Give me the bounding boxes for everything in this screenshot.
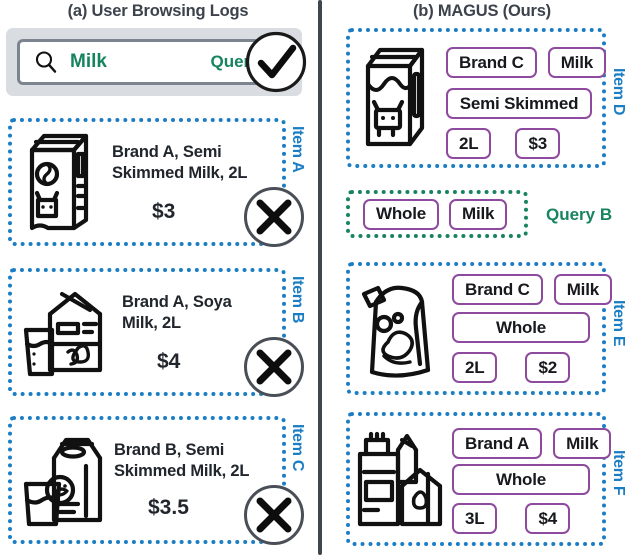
- check-circle-icon: [245, 31, 307, 93]
- search-icon: [35, 51, 57, 73]
- item-d-tag-row-1: Brand C Milk: [446, 47, 606, 78]
- item-c-side-label: Item C: [289, 424, 306, 472]
- figure-root: (a) User Browsing Logs Milk Query A Item…: [0, 0, 640, 555]
- cross-circle-icon: [244, 187, 304, 247]
- panel-a-title: (a) User Browsing Logs: [67, 2, 249, 20]
- tag-variant[interactable]: Semi Skimmed: [446, 88, 592, 119]
- tag-variant[interactable]: Whole: [452, 464, 590, 495]
- item-e-tag-row-1: Brand C Milk: [452, 274, 612, 305]
- tag-brand[interactable]: Brand A: [452, 428, 543, 459]
- item-e-tag-row-3: 2L $2: [452, 352, 570, 383]
- milk-carton-glass-icon: [23, 437, 103, 527]
- milk-powder-bag-icon: [361, 285, 431, 378]
- tag-price[interactable]: $4: [525, 503, 570, 534]
- tag-variant[interactable]: Whole: [452, 312, 590, 343]
- milk-carton-cow-icon: [29, 133, 89, 231]
- milk-bottle-carton-icon: [357, 431, 443, 527]
- item-a-verdict-cross: [243, 186, 305, 248]
- tag-volume[interactable]: 2L: [452, 352, 498, 383]
- tag-price[interactable]: $3: [515, 128, 560, 159]
- milk-carton-cow-icon: [365, 47, 425, 147]
- item-a-price: $3: [152, 200, 176, 223]
- cross-circle-icon: [244, 337, 304, 397]
- search-query-text: Milk: [70, 51, 107, 72]
- item-c-verdict-cross: [243, 484, 305, 546]
- item-d-tag-row-3: 2L $3: [446, 128, 560, 159]
- item-e-tag-row-2: Whole: [452, 312, 590, 343]
- item-f-side-label: Item F: [610, 450, 627, 496]
- item-f-tag-row-2: Whole: [452, 464, 590, 495]
- tag-brand[interactable]: Brand C: [446, 47, 537, 78]
- tag-volume[interactable]: 3L: [452, 503, 498, 534]
- panel-user-browsing-logs: (a) User Browsing Logs Milk Query A Item…: [0, 0, 316, 555]
- item-e-side-label: Item E: [610, 300, 627, 347]
- query-b-label: Query B: [546, 205, 613, 224]
- tag-category[interactable]: Milk: [553, 274, 612, 305]
- query-b-box[interactable]: Whole Milk: [346, 190, 528, 238]
- item-b-price: $4: [157, 350, 181, 373]
- item-b-description: Brand A, Soya Milk, 2L: [122, 293, 232, 333]
- panel-magus-ours: (b) MAGUS (Ours) Item D Brand C Milk Sem…: [324, 0, 640, 555]
- item-a-description: Brand A, Semi Skimmed Milk, 2L: [112, 143, 248, 183]
- soya-milk-glass-icon: [23, 291, 103, 377]
- item-f-tag-row-3: 3L $4: [452, 503, 570, 534]
- panel-divider: [318, 0, 322, 555]
- tag-category[interactable]: Milk: [547, 47, 606, 78]
- tag-category[interactable]: Milk: [553, 428, 612, 459]
- query-b-tag-category[interactable]: Milk: [449, 198, 508, 230]
- item-b-side-label: Item B: [289, 276, 306, 324]
- item-a-side-label: Item A: [289, 126, 306, 173]
- item-d-tag-row-2: Semi Skimmed: [446, 88, 592, 119]
- tag-volume[interactable]: 2L: [446, 128, 492, 159]
- item-c-price: $3.5: [148, 496, 189, 519]
- tag-price[interactable]: $2: [525, 352, 570, 383]
- query-b-tag-variant[interactable]: Whole: [363, 198, 439, 230]
- query-a-verdict-check: [245, 31, 307, 93]
- panel-b-title: (b) MAGUS (Ours): [413, 2, 551, 20]
- item-d-side-label: Item D: [610, 68, 627, 116]
- item-b-verdict-cross: [243, 336, 305, 398]
- cross-circle-icon: [244, 485, 304, 545]
- item-f-tag-row-1: Brand A Milk: [452, 428, 612, 459]
- item-c-description: Brand B, Semi Skimmed Milk, 2L: [114, 441, 250, 481]
- tag-brand[interactable]: Brand C: [452, 274, 543, 305]
